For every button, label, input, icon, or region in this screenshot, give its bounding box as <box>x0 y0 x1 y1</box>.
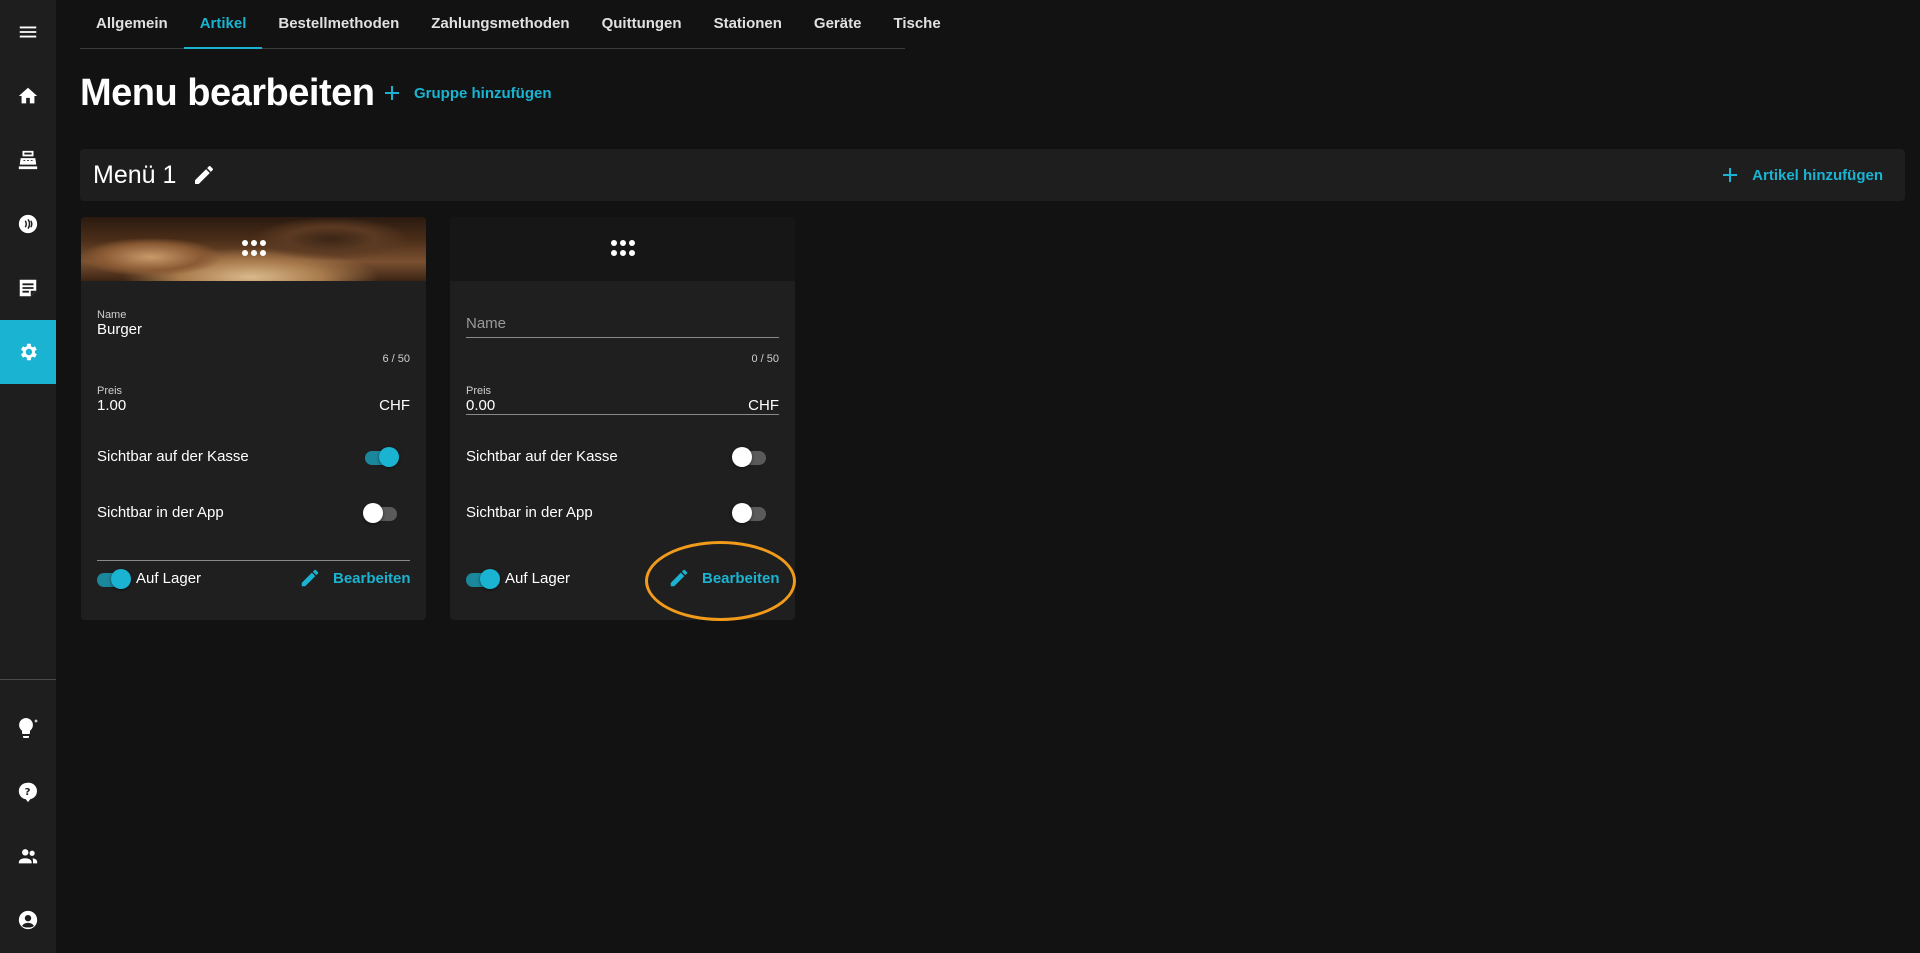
visible-pos-toggle[interactable] <box>732 445 768 469</box>
drag-handle-icon[interactable] <box>610 239 636 259</box>
article-card: Name 0 / 50 Preis 0.00 CHF Sichtbar auf … <box>450 217 795 620</box>
tab-geraete[interactable]: Geräte <box>798 0 878 48</box>
edit-label: Bearbeiten <box>702 569 780 587</box>
edit-article-button[interactable]: Bearbeiten <box>660 560 788 596</box>
toggle-thumb <box>379 447 399 467</box>
tab-tische[interactable]: Tische <box>877 0 956 48</box>
name-counter: 6 / 50 <box>382 353 410 365</box>
plus-icon <box>384 85 400 101</box>
in-stock-label: Auf Lager <box>505 570 571 587</box>
group-header: Menü 1 Artikel hinzufügen <box>80 149 1905 201</box>
tab-bestellmethoden[interactable]: Bestellmethoden <box>262 0 415 48</box>
in-stock-toggle[interactable] <box>464 567 500 591</box>
in-stock-toggle[interactable] <box>95 567 131 591</box>
account-icon <box>17 909 39 931</box>
sidebar-item-home[interactable] <box>0 64 56 128</box>
toggle-thumb <box>111 569 131 589</box>
visible-app-label: Sichtbar in der App <box>466 504 593 521</box>
name-counter: 0 / 50 <box>751 353 779 365</box>
settings-tabs: Allgemein Artikel Bestellmethoden Zahlun… <box>80 0 941 49</box>
sidebar-item-settings[interactable] <box>0 320 56 384</box>
settings-icon <box>17 341 39 363</box>
currency-suffix: CHF <box>379 397 410 414</box>
tab-artikel[interactable]: Artikel <box>183 0 263 49</box>
users-icon <box>17 845 39 867</box>
visible-app-label: Sichtbar in der App <box>97 504 224 521</box>
tab-allgemein[interactable]: Allgemein <box>80 0 184 48</box>
plus-icon <box>1722 167 1738 183</box>
name-input[interactable] <box>466 302 779 338</box>
add-group-label: Gruppe hinzufügen <box>414 84 552 102</box>
visible-pos-label: Sichtbar auf der Kasse <box>97 448 249 465</box>
add-article-label: Artikel hinzufügen <box>1752 166 1883 184</box>
name-value: Burger <box>97 321 143 338</box>
add-article-button[interactable]: Artikel hinzufügen <box>1722 162 1883 188</box>
tab-zahlungsmethoden[interactable]: Zahlungsmethoden <box>415 0 585 48</box>
visible-pos-toggle[interactable] <box>363 445 399 469</box>
page-title: Menu bearbeiten <box>80 72 375 114</box>
name-input[interactable] <box>97 525 410 561</box>
edit-article-button[interactable]: Bearbeiten <box>291 560 419 596</box>
sidebar-item-orders[interactable] <box>0 256 56 320</box>
tab-stationen[interactable]: Stationen <box>698 0 798 48</box>
menu-toggle-button[interactable] <box>0 0 56 64</box>
svg-text:?: ? <box>25 787 31 798</box>
sidebar-item-help[interactable]: ? <box>0 760 56 824</box>
pencil-icon <box>299 567 321 589</box>
pencil-icon <box>192 163 216 187</box>
edit-group-button[interactable] <box>192 163 216 187</box>
sidebar-item-cash-register[interactable] <box>0 128 56 192</box>
price-input[interactable] <box>466 379 779 415</box>
sidebar: ? <box>0 0 56 953</box>
sidebar-item-tips[interactable] <box>0 696 56 760</box>
toggle-thumb <box>732 447 752 467</box>
help-icon: ? <box>17 781 39 803</box>
cash-register-icon <box>17 149 39 171</box>
menu-icon <box>17 21 39 43</box>
name-label: Name <box>97 309 127 321</box>
orders-icon <box>17 277 39 299</box>
lightbulb-icon <box>16 716 40 740</box>
price-value: 1.00 <box>97 397 127 414</box>
visible-pos-label: Sichtbar auf der Kasse <box>466 448 618 465</box>
sidebar-item-account[interactable] <box>0 888 56 952</box>
drag-handle-icon[interactable] <box>241 239 267 259</box>
add-group-button[interactable]: Gruppe hinzufügen <box>384 79 551 107</box>
visible-app-toggle[interactable] <box>732 501 768 525</box>
sidebar-item-nfc[interactable] <box>0 192 56 256</box>
in-stock-label: Auf Lager <box>136 570 202 587</box>
sidebar-item-users[interactable] <box>0 824 56 888</box>
price-label: Preis <box>97 385 123 397</box>
article-card: Name Burger 6 / 50 Preis 1.00 CHF Sichtb… <box>81 217 426 620</box>
edit-label: Bearbeiten <box>333 569 411 587</box>
toggle-thumb <box>480 569 500 589</box>
group-title: Menü 1 <box>93 161 177 189</box>
sidebar-divider <box>0 679 56 680</box>
visible-app-toggle[interactable] <box>363 501 399 525</box>
pencil-icon <box>668 567 690 589</box>
tab-quittungen[interactable]: Quittungen <box>586 0 698 48</box>
home-icon <box>17 85 39 107</box>
nfc-icon <box>17 213 39 235</box>
toggle-thumb <box>732 503 752 523</box>
toggle-thumb <box>363 503 383 523</box>
